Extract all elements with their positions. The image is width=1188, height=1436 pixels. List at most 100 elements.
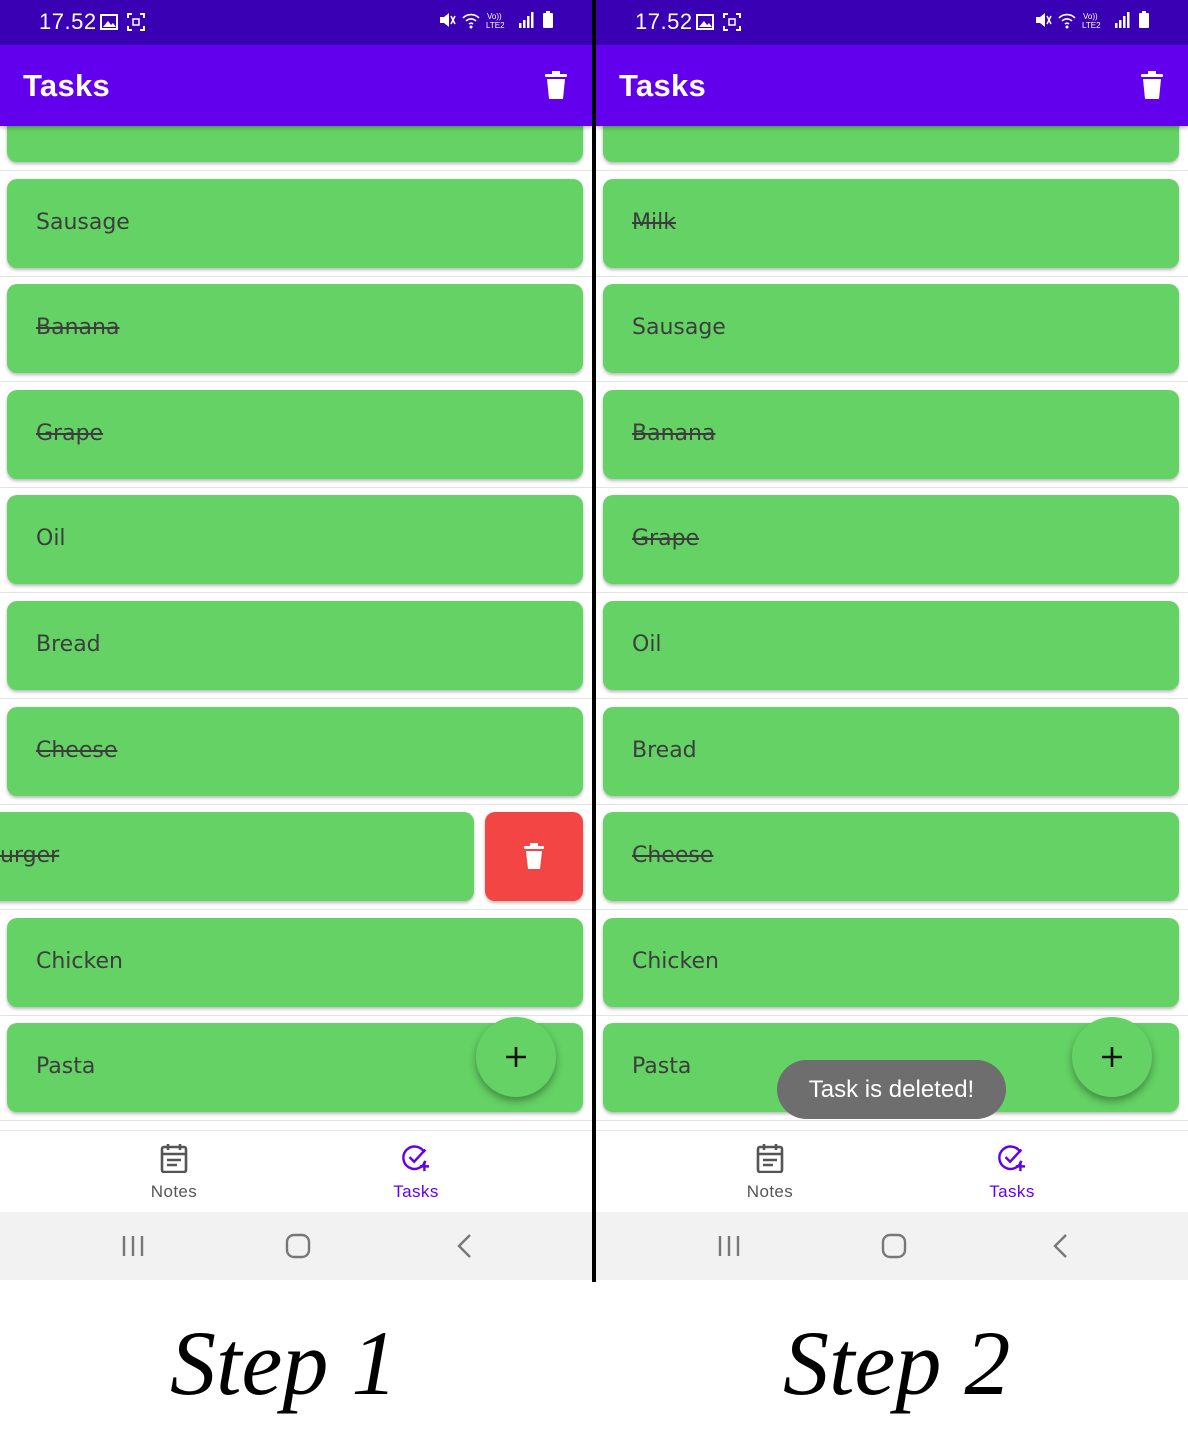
task-card[interactable]: Bread — [603, 706, 1179, 796]
task-label: Bread — [36, 632, 101, 657]
task-label: Grape — [632, 526, 700, 552]
task-label: Pasta — [36, 1054, 96, 1080]
phone-screen-step-1: 17.52 Vo))LTE2 Tasks Milk Sausage Banana Gr… — [0, 0, 592, 1280]
nav-label-notes: Notes — [746, 1182, 794, 1201]
system-navigation-bar — [596, 1212, 1188, 1280]
task-card[interactable]: Chicken — [603, 917, 1179, 1007]
task-row: Bread — [596, 699, 1188, 805]
page-title: Tasks — [619, 68, 707, 103]
recents-icon[interactable] — [118, 1232, 148, 1260]
task-card[interactable]: Grape — [603, 495, 1179, 585]
app-bar: Tasks — [0, 45, 592, 126]
task-add-icon — [402, 1145, 430, 1172]
task-card[interactable]: Milk — [603, 178, 1179, 268]
nav-item-tasks[interactable]: Tasks — [356, 1131, 476, 1213]
network-lte-icon: Vo))LTE2 — [486, 12, 505, 29]
task-list[interactable]: Milk Sausage Banana Grape Oil Bread Cheese urge… — [0, 126, 592, 1130]
back-icon[interactable] — [450, 1232, 480, 1260]
task-row: Flour — [596, 126, 1188, 171]
task-card[interactable]: Sausage — [603, 284, 1179, 374]
task-row: Chicken — [596, 910, 1188, 1016]
task-card[interactable]: Oil — [603, 601, 1179, 690]
plus-icon — [1102, 1047, 1122, 1067]
task-card[interactable]: Grape — [7, 389, 583, 479]
system-navigation-bar — [0, 1212, 592, 1280]
task-row: Bread — [0, 593, 592, 699]
task-card[interactable]: urger — [0, 812, 474, 902]
back-icon[interactable] — [1046, 1232, 1076, 1260]
screenshot-notification-icon — [723, 13, 741, 31]
status-time: 17.52 — [635, 9, 693, 34]
recents-icon[interactable] — [714, 1232, 744, 1260]
task-card[interactable]: Banana — [603, 389, 1179, 479]
phone-screen-step-2: 17.52 Vo))LTE2 Tasks Flour Milk Sausage Ban… — [596, 0, 1188, 1280]
task-card[interactable]: Bread — [7, 601, 583, 690]
task-card[interactable]: Banana — [7, 284, 583, 374]
task-label: Sausage — [36, 209, 130, 235]
task-row: Oil — [596, 593, 1188, 699]
add-task-button[interactable] — [476, 1017, 556, 1097]
app-bar: Tasks — [596, 45, 1188, 126]
task-card[interactable]: Chicken — [7, 917, 583, 1007]
screenshot-notification-icon — [127, 13, 145, 31]
toast-message: Task is deleted! — [777, 1060, 1006, 1119]
svg-text:Vo)): Vo)) — [487, 12, 502, 21]
task-row: Grape — [596, 487, 1188, 594]
delete-all-trash-icon[interactable] — [1141, 71, 1163, 99]
mute-icon — [1036, 13, 1052, 27]
task-row: Grape — [0, 382, 592, 488]
delete-all-trash-icon[interactable] — [545, 71, 567, 99]
task-row: Banana — [596, 382, 1188, 488]
task-row: urger — [0, 804, 592, 911]
add-task-button[interactable] — [1072, 1017, 1152, 1097]
status-bar: 17.52 Vo)) LTE2 — [596, 0, 1188, 45]
nav-label-notes: Notes — [150, 1182, 198, 1201]
task-label: Grape — [36, 420, 104, 446]
task-row: Sausage — [0, 171, 592, 277]
task-list[interactable]: Flour Milk Sausage Banana Grape Oil Bread Chees… — [596, 126, 1188, 1130]
nav-item-notes[interactable]: Notes — [114, 1131, 234, 1213]
signal-icon — [1115, 12, 1130, 28]
svg-text:Vo)): Vo)) — [1083, 12, 1098, 21]
mute-icon — [440, 13, 456, 27]
svg-text:LTE2: LTE2 — [1082, 21, 1101, 29]
task-label: Bread — [632, 737, 697, 763]
bottom-navigation: Notes Tasks — [0, 1130, 592, 1212]
home-icon[interactable] — [283, 1232, 313, 1260]
task-card[interactable]: Oil — [7, 495, 583, 585]
task-row: Milk — [0, 126, 592, 171]
task-row: Milk — [596, 171, 1188, 277]
task-label: Oil — [632, 632, 662, 657]
gallery-notification-icon — [100, 14, 118, 30]
task-row: Cheese — [596, 804, 1188, 911]
nav-item-tasks[interactable]: Tasks — [952, 1131, 1072, 1213]
signal-icon — [519, 12, 534, 28]
page-title: Tasks — [23, 68, 111, 103]
task-card[interactable]: Milk — [7, 126, 583, 162]
task-card[interactable]: Sausage — [7, 178, 583, 268]
task-label: Banana — [632, 420, 716, 446]
notes-icon — [160, 1144, 188, 1173]
home-icon[interactable] — [879, 1232, 909, 1260]
svg-text:LTE2: LTE2 — [486, 21, 505, 29]
task-add-icon — [998, 1145, 1026, 1172]
task-card[interactable]: Cheese — [7, 706, 583, 796]
task-label: Pasta — [632, 1054, 692, 1080]
wifi-icon — [1058, 13, 1076, 29]
task-label: Chicken — [36, 948, 123, 974]
battery-icon — [543, 11, 553, 28]
wifi-icon — [462, 13, 480, 29]
task-card[interactable]: Flour — [603, 126, 1179, 162]
nav-label-tasks: Tasks — [989, 1182, 1035, 1201]
swipe-delete-button[interactable] — [485, 812, 583, 902]
plus-icon — [506, 1047, 526, 1067]
nav-item-notes[interactable]: Notes — [710, 1131, 830, 1213]
task-label: Oil — [36, 526, 66, 552]
task-row: Oil — [0, 487, 592, 594]
notes-icon — [756, 1144, 784, 1173]
nav-label-tasks: Tasks — [393, 1182, 439, 1201]
status-bar: 17.52 Vo)) LTE2 — [0, 0, 592, 45]
task-card[interactable]: Cheese — [603, 812, 1179, 902]
task-label: Flour — [632, 126, 687, 129]
task-label: Banana — [36, 315, 120, 341]
